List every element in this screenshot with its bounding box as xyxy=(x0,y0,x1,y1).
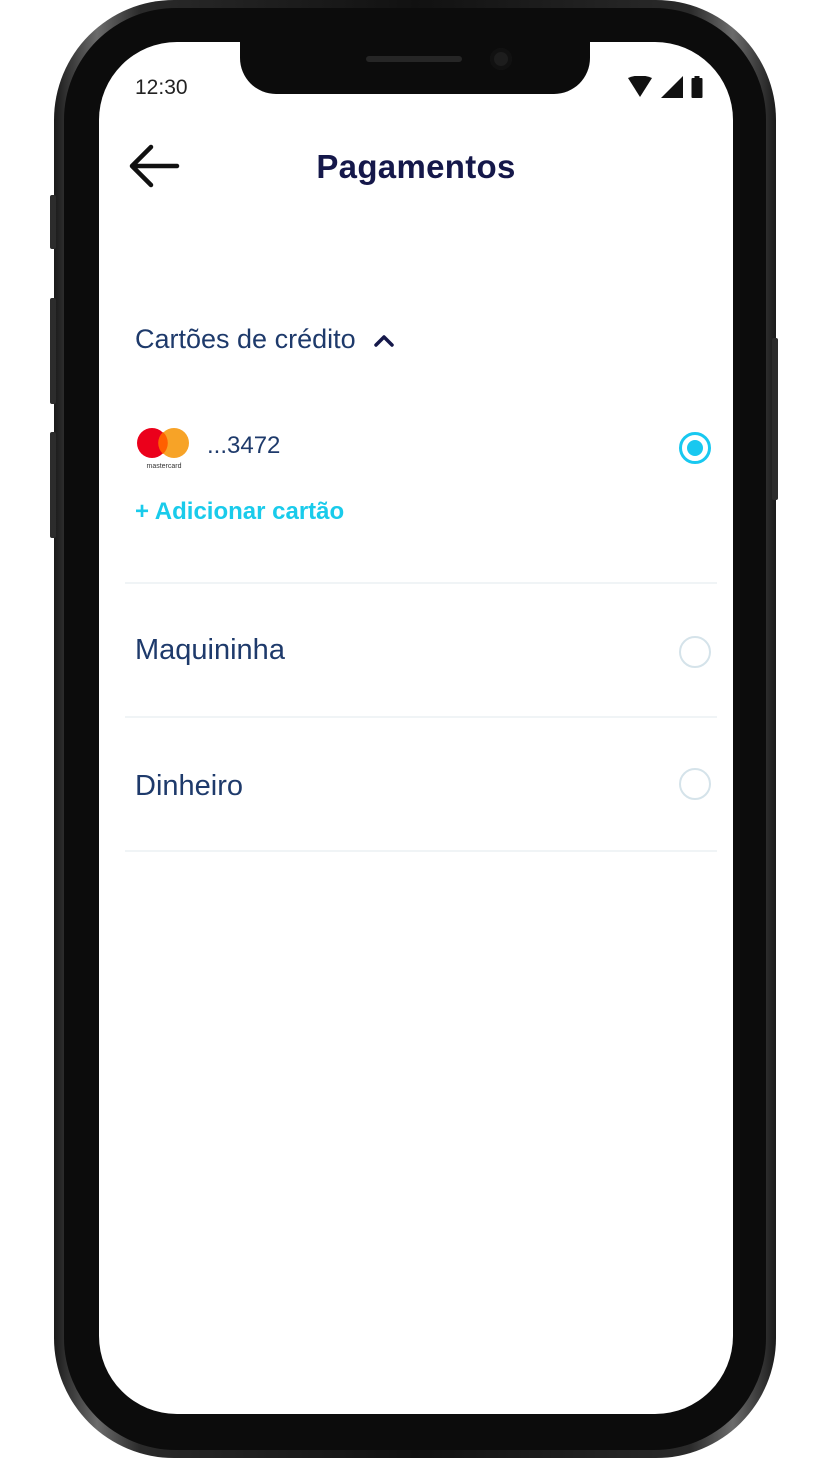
credit-cards-section-title: Cartões de crédito xyxy=(135,324,356,354)
add-card-button[interactable]: + Adicionar cartão xyxy=(135,498,344,526)
option-label: Dinheiro xyxy=(135,770,243,802)
payment-option-maquininha[interactable]: Maquininha xyxy=(99,622,733,682)
option-radio[interactable] xyxy=(679,636,711,668)
divider xyxy=(125,582,717,584)
option-radio[interactable] xyxy=(679,768,711,800)
mastercard-logo: mastercard xyxy=(137,428,189,470)
divider xyxy=(125,850,717,852)
header: Pagamentos xyxy=(99,138,733,202)
volume-down-button xyxy=(50,432,56,538)
volume-up-button xyxy=(50,298,56,404)
status-icons xyxy=(627,76,703,98)
speaker-grille xyxy=(366,56,462,62)
power-button xyxy=(772,338,778,500)
status-time: 12:30 xyxy=(135,76,188,99)
cellular-signal-icon xyxy=(661,76,683,98)
divider xyxy=(125,716,717,718)
wifi-icon xyxy=(628,76,652,97)
card-radio-selected[interactable] xyxy=(679,432,711,464)
credit-cards-section-toggle[interactable]: Cartões de crédito xyxy=(135,324,394,355)
mute-switch xyxy=(50,195,56,249)
page-title: Pagamentos xyxy=(316,148,516,185)
card-number: ...3472 xyxy=(207,432,281,459)
card-item[interactable]: mastercard ...3472 xyxy=(135,422,715,474)
app-screen: 12:30 Pagamentos Cartões de crédito mast… xyxy=(99,42,733,1414)
mastercard-wordmark: mastercard xyxy=(146,463,181,470)
front-camera xyxy=(490,48,512,70)
payment-option-dinheiro[interactable]: Dinheiro xyxy=(99,758,733,818)
option-label: Maquininha xyxy=(135,634,285,666)
battery-icon xyxy=(691,76,703,98)
chevron-up-icon xyxy=(373,334,394,347)
notch xyxy=(240,42,590,94)
